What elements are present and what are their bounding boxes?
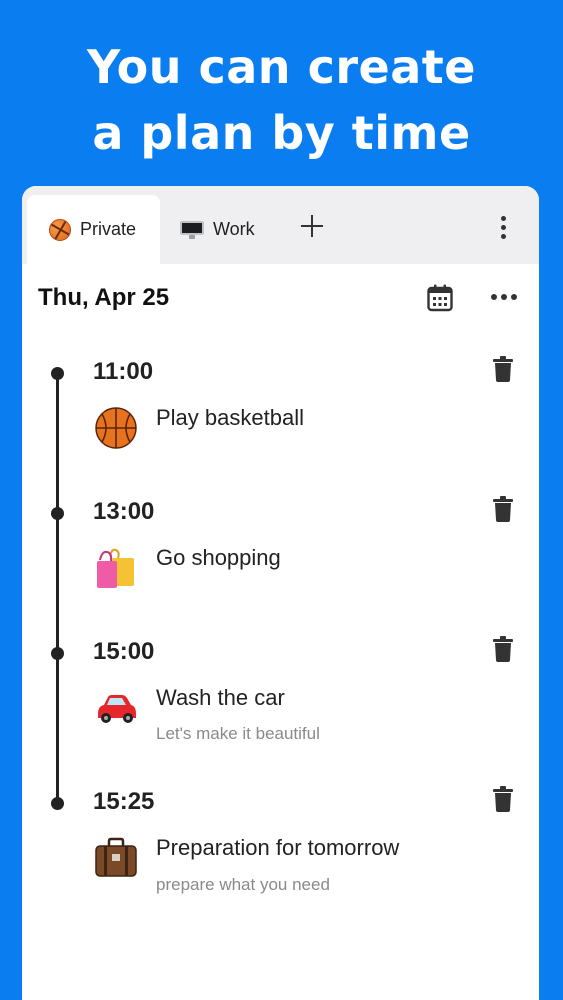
timeline-dot [51,367,64,380]
tab-work[interactable]: Work [180,195,255,264]
entry-title: Preparation for tomorrow [156,835,400,860]
add-tab-icon[interactable] [300,214,324,238]
basketball-icon [49,218,71,241]
trash-icon[interactable] [493,496,513,522]
calendar-icon[interactable] [427,284,453,312]
timeline-dot [51,507,64,520]
trash-icon[interactable] [493,356,513,382]
suitcase-icon [95,837,137,877]
trash-icon[interactable] [493,786,513,812]
headline-line-2: a plan by time [92,106,471,160]
entry-subtitle: Let's make it beautiful [156,724,320,743]
car-icon [98,695,136,723]
basketball-icon [95,407,137,449]
entry-time: 15:00 [93,638,155,665]
computer-monitor-icon [180,220,204,239]
tab-private[interactable]: Private [27,195,160,264]
entry-title: Play basketball [156,405,304,430]
entry-time: 15:25 [93,788,155,815]
timeline-dot [51,797,64,810]
more-horizontal-icon[interactable] [491,294,517,302]
tab-work-label: Work [213,219,255,239]
more-vertical-icon[interactable] [497,216,509,242]
headline-line-1: You can create [87,40,476,94]
trash-icon[interactable] [493,636,513,662]
promo-headline: You can create a plan by time [0,34,563,166]
date-heading: Thu, Apr 25 [38,284,170,311]
entry-subtitle: prepare what you need [156,875,330,894]
entry-time: 13:00 [93,498,155,525]
shopping-bags-icon [97,548,134,588]
entry-title: Wash the car [156,685,285,710]
timeline-dot [51,647,64,660]
timeline-line [56,372,59,804]
tab-private-label: Private [80,219,137,239]
planner-card: Private Work Thu, Apr 25 11:00 Play bask… [22,186,539,1000]
entry-time: 11:00 [93,358,154,385]
tab-bar: Private Work [22,186,539,264]
entry-title: Go shopping [156,545,281,570]
